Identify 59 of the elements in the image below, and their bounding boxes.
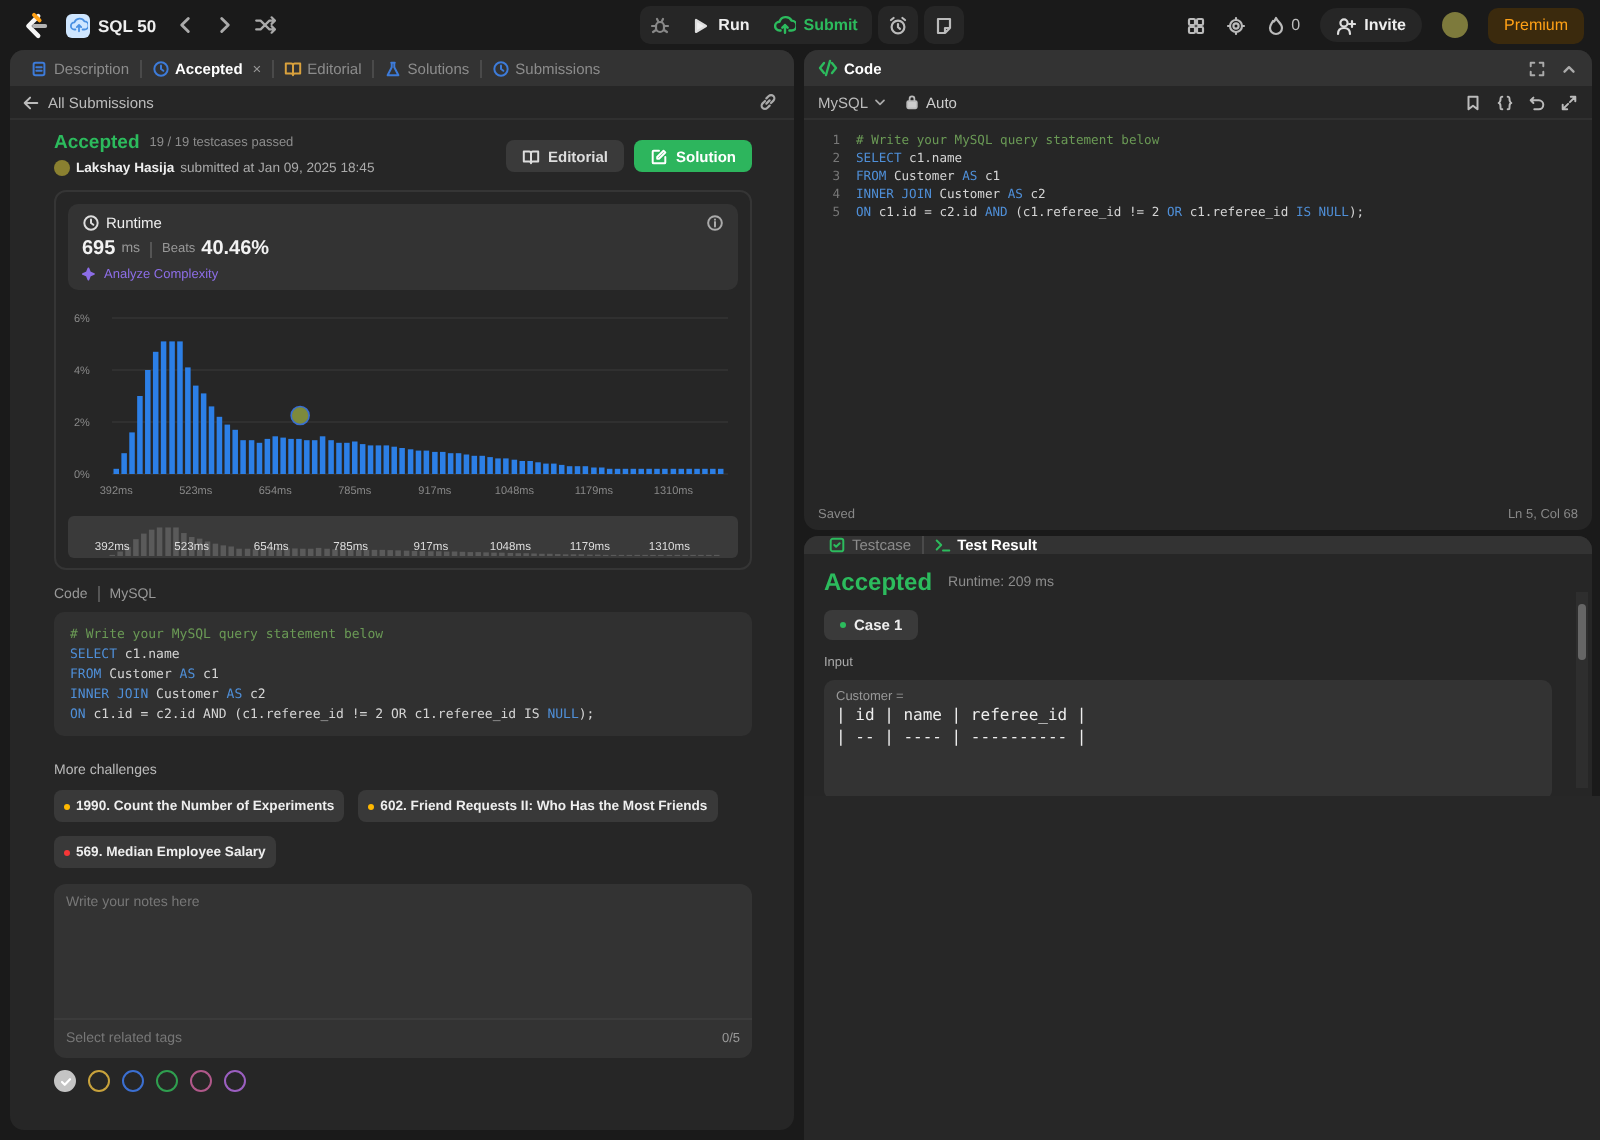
check-icon bbox=[57, 1073, 73, 1089]
flask-icon bbox=[383, 59, 402, 77]
streak-count: 0 bbox=[1291, 16, 1301, 34]
alarm-clock-icon bbox=[887, 15, 908, 35]
fullscreen-icon[interactable] bbox=[1528, 59, 1546, 77]
clock-icon bbox=[151, 59, 170, 77]
color-option[interactable] bbox=[190, 1070, 212, 1092]
document-icon bbox=[30, 59, 48, 77]
expand-icon[interactable] bbox=[1560, 93, 1578, 111]
grid-icon[interactable] bbox=[1185, 15, 1206, 35]
settings-icon[interactable] bbox=[1225, 15, 1246, 35]
beats-value: 40.46% bbox=[201, 238, 270, 260]
clock-icon bbox=[491, 59, 510, 77]
shuffle-icon[interactable] bbox=[254, 14, 277, 36]
checkbox-icon bbox=[828, 536, 846, 554]
code-icon bbox=[818, 58, 838, 78]
cloud-upload-icon bbox=[773, 14, 796, 36]
submit-button[interactable]: Submit bbox=[769, 14, 862, 36]
color-option[interactable] bbox=[122, 1070, 144, 1092]
bug-icon[interactable] bbox=[650, 15, 671, 35]
runtime-value: 695 bbox=[82, 238, 116, 260]
note-icon bbox=[933, 15, 954, 35]
link-icon[interactable] bbox=[758, 92, 778, 112]
cloud-icon bbox=[69, 16, 87, 34]
undo-icon[interactable] bbox=[1528, 93, 1546, 111]
pencil-icon bbox=[650, 147, 668, 165]
user-avatar bbox=[290, 405, 310, 426]
lock-icon bbox=[904, 94, 921, 110]
status-dot bbox=[840, 622, 846, 628]
clock-icon bbox=[82, 214, 100, 232]
table-line: | -- | ---- | ---------- | bbox=[836, 726, 1089, 748]
bookmark-icon[interactable] bbox=[1464, 93, 1482, 111]
color-option[interactable] bbox=[88, 1070, 110, 1092]
arrow-left-icon bbox=[22, 93, 40, 111]
color-option[interactable] bbox=[54, 1070, 76, 1092]
notes-button[interactable] bbox=[923, 6, 964, 44]
braces-icon[interactable] bbox=[1496, 93, 1514, 111]
table-line: | id | name | referee_id | bbox=[836, 704, 1089, 726]
user-avatar[interactable] bbox=[1442, 12, 1468, 38]
run-button[interactable]: Run bbox=[686, 15, 754, 35]
scrollbar[interactable] bbox=[1576, 592, 1588, 788]
info-icon[interactable] bbox=[706, 214, 724, 232]
sparkle-icon bbox=[82, 266, 98, 282]
premium-button[interactable]: Premium bbox=[1488, 7, 1585, 43]
chevron-down-icon bbox=[872, 94, 889, 110]
terminal-icon bbox=[933, 536, 952, 554]
person-plus-icon bbox=[1336, 15, 1357, 35]
problem-list-button[interactable]: SQL 50 bbox=[66, 13, 157, 37]
timer-button[interactable] bbox=[877, 6, 918, 44]
play-icon bbox=[690, 15, 711, 35]
color-option[interactable] bbox=[156, 1070, 178, 1092]
logo-icon[interactable] bbox=[20, 11, 48, 39]
invite-button[interactable]: Invite bbox=[1320, 8, 1422, 42]
color-option[interactable] bbox=[224, 1070, 246, 1092]
book-icon bbox=[521, 147, 540, 165]
user-avatar bbox=[54, 160, 70, 176]
result-status: Accepted bbox=[824, 568, 933, 596]
status-text: Accepted bbox=[54, 132, 140, 154]
book-icon bbox=[283, 59, 302, 77]
